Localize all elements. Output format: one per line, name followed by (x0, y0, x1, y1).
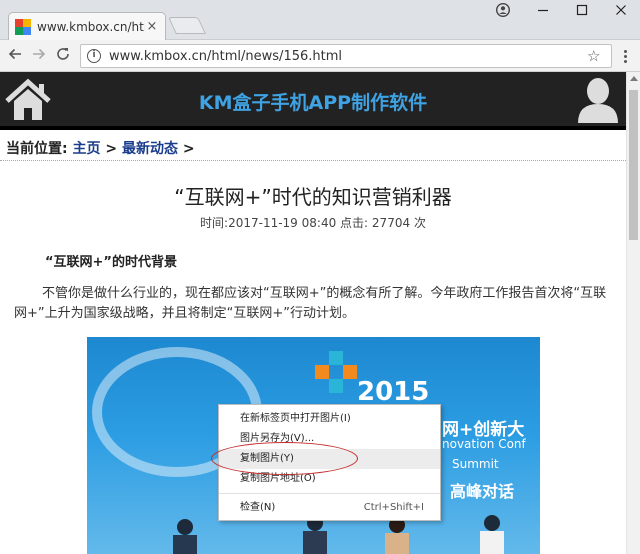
url-text[interactable]: www.kmbox.cn/html/news/156.html (109, 49, 587, 64)
star-icon[interactable]: ☆ (587, 47, 605, 65)
title-bar: www.kmbox.cn/html/n × (0, 0, 640, 40)
menu-item-shortcut: Ctrl+Shift+I (363, 502, 424, 513)
info-icon[interactable]: i (87, 49, 101, 63)
browser-toolbar: i www.kmbox.cn/html/news/156.html ☆ (0, 40, 640, 72)
menu-separator (219, 493, 440, 494)
photo-year-text: 2015 (357, 377, 430, 407)
site-title[interactable]: KM盒子手机APP制作软件 (0, 88, 626, 115)
maximize-icon[interactable] (571, 3, 593, 21)
article-paragraph: 不管你是做什么行业的，现在都应该对“互联网+”的概念有所了解。今年政府工作报告首… (14, 286, 607, 321)
scroll-up-icon[interactable] (630, 76, 638, 81)
menu-item-open-image-new-tab[interactable]: 在新标签页中打开图片(I) (219, 409, 440, 429)
back-icon[interactable] (4, 46, 26, 66)
breadcrumb: 当前位置: 主页 > 最新动态 > (6, 138, 195, 158)
divider (0, 160, 626, 161)
photo-banner-line3: Summit (452, 457, 499, 471)
article-title: “互联网+”时代的知识营销利器 (174, 185, 452, 209)
forward-icon[interactable] (28, 46, 50, 66)
article-meta: 时间:2017-11-19 08:40 点击: 27704 次 (0, 214, 626, 231)
menu-item-label: 检查(N) (240, 502, 276, 513)
site-header: KM盒子手机APP制作软件 (0, 72, 626, 130)
reload-icon[interactable] (52, 46, 74, 66)
address-bar[interactable]: i www.kmbox.cn/html/news/156.html ☆ (80, 44, 612, 68)
highlight-ring (211, 442, 358, 475)
clicks-unit: 次 (413, 216, 426, 230)
browser-tab[interactable]: www.kmbox.cn/html/n × (8, 12, 166, 40)
click-count: 27704 (371, 216, 411, 230)
tab-title: www.kmbox.cn/html/n (37, 19, 145, 34)
breadcrumb-home-link[interactable]: 主页 (72, 141, 100, 157)
breadcrumb-separator: > (105, 141, 118, 157)
breadcrumb-section-link[interactable]: 最新动态 (122, 141, 178, 157)
breadcrumb-trail: > (182, 141, 195, 157)
menu-item-inspect[interactable]: 检查(N) Ctrl+Shift+I (219, 498, 440, 518)
clicks-label: 点击: (340, 216, 369, 230)
article-subheading: “互联网+”的时代背景 (45, 255, 177, 270)
publish-time: 2017-11-19 08:40 (228, 216, 337, 230)
breadcrumb-prefix: 当前位置: (6, 141, 68, 157)
site-favicon-icon (15, 18, 31, 35)
photo-banner-line4: 高峰对话 (450, 482, 515, 501)
browser-window: www.kmbox.cn/html/n × i www.kmbox.cn/ (0, 0, 640, 554)
scrollbar-thumb[interactable] (629, 90, 638, 240)
new-tab-button[interactable] (168, 17, 206, 34)
user-icon[interactable] (576, 76, 620, 124)
menu-item-label: 在新标签页中打开图片(I) (240, 413, 351, 424)
time-label: 时间: (200, 216, 229, 230)
menu-icon[interactable] (617, 48, 633, 64)
page-scrollbar[interactable] (626, 72, 640, 554)
close-icon[interactable] (610, 3, 632, 21)
tab-close-icon[interactable]: × (145, 19, 159, 34)
account-icon[interactable] (492, 2, 514, 21)
photo-banner-line2: novation Conf (442, 437, 526, 451)
minimize-icon[interactable] (532, 3, 554, 21)
